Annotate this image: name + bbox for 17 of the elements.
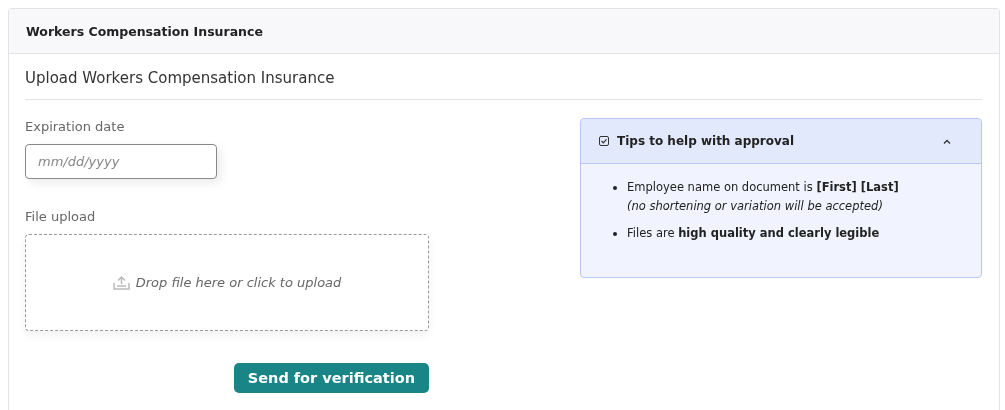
card-title: Workers Compensation Insurance [26,23,263,39]
field-label: Expiration date [25,119,126,134]
bullet-icon [613,232,617,236]
checkbox-icon [599,136,609,146]
tips-title: Tips to help with approval [617,134,796,148]
field-label: File upload [25,209,97,224]
drop-zone[interactable]: Drop file here or click to upload [25,234,429,331]
tip-text: Employee name on document is [First] [Last] [627,179,899,196]
bullet-icon [613,186,617,190]
date-field[interactable]: mm/dd/yyyy [25,144,217,179]
tips-header[interactable]: Tips to help with approval [581,119,981,164]
tip-text: Files are high quality and clearly legible [627,225,880,242]
upload-icon [112,275,130,290]
section-heading: Upload Workers Compensation Insurance [25,54,982,100]
send-button[interactable]: Send for verification [233,363,429,393]
drop-prompt: Drop file here or click to upload [135,275,342,290]
tip-note: (no shortening or variation will be accepted) [627,198,884,215]
